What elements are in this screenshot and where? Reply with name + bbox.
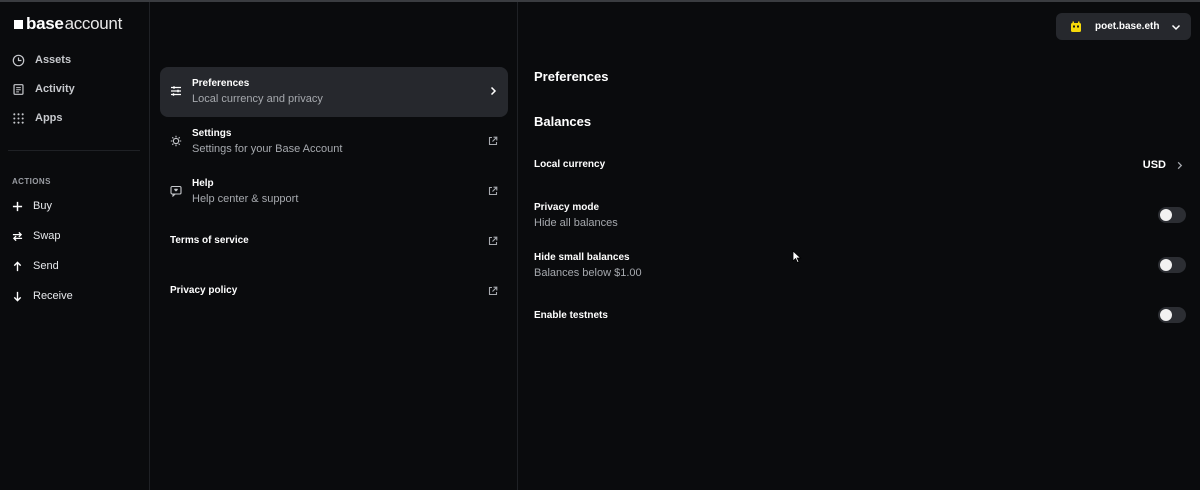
sidebar-item-apps[interactable]: Apps (12, 108, 63, 128)
sidebar-item-assets[interactable]: Assets (12, 50, 71, 70)
menu-item-title: Settings (192, 128, 232, 139)
menu-item-help[interactable]: Help Help center & support (160, 167, 508, 217)
privacy-mode-label: Privacy mode (534, 202, 600, 213)
menu-item-privacy[interactable]: Privacy policy (160, 267, 508, 317)
hide-small-balances-description: Balances below $1.00 (534, 267, 642, 279)
account-button[interactable]: poet.base.eth (1056, 13, 1191, 40)
sidebar-divider (8, 150, 140, 151)
gear-icon (170, 135, 182, 147)
menu-item-subtitle: Settings for your Base Account (192, 143, 343, 155)
mouse-cursor-icon (792, 250, 802, 264)
menu-item-title: Privacy policy (170, 285, 238, 296)
action-swap[interactable]: Swap (12, 226, 61, 246)
menu-item-settings[interactable]: Settings Settings for your Base Account (160, 117, 508, 167)
menu-item-title: Preferences (192, 78, 250, 89)
external-link-icon (488, 286, 498, 296)
chat-icon (170, 185, 182, 197)
menu-item-subtitle: Local currency and privacy (192, 93, 323, 105)
currency-value: USD (1142, 159, 1166, 171)
menu-item-subtitle: Help center & support (192, 193, 299, 205)
settings-menu: Preferences Local currency and privacy S… (150, 2, 518, 490)
logo[interactable]: base account (14, 14, 122, 34)
chevron-right-icon (488, 86, 498, 96)
menu-item-preferences[interactable]: Preferences Local currency and privacy (160, 67, 508, 117)
menu-item-title: Terms of service (170, 235, 249, 246)
page-title: Preferences (534, 69, 609, 84)
sidebar-item-label: Assets (35, 54, 72, 66)
external-link-icon (488, 136, 498, 146)
logo-text-light: account (64, 14, 123, 33)
avatar-icon (1071, 21, 1081, 32)
arrow-down-icon (12, 291, 23, 302)
chevron-right-icon (1177, 161, 1183, 169)
testnets-toggle[interactable] (1158, 307, 1186, 323)
testnets-label: Enable testnets (534, 310, 608, 321)
sidebar-item-label: Apps (35, 112, 63, 124)
privacy-mode-toggle[interactable] (1158, 207, 1186, 223)
action-label: Receive (33, 290, 73, 302)
menu-item-title: Help (192, 178, 214, 189)
menu-item-terms[interactable]: Terms of service (160, 217, 508, 267)
action-buy[interactable]: Buy (12, 196, 52, 216)
hide-small-balances-toggle[interactable] (1158, 257, 1186, 273)
actions-heading: ACTIONS (12, 177, 51, 186)
privacy-mode-description: Hide all balances (534, 217, 618, 229)
section-title: Balances (534, 114, 592, 129)
toggle-knob (1160, 209, 1172, 221)
external-link-icon (488, 186, 498, 196)
hide-small-balances-label: Hide small balances (534, 252, 630, 263)
currency-selector[interactable]: USD (1143, 159, 1184, 171)
action-label: Buy (33, 200, 52, 212)
toggle-knob (1160, 309, 1172, 321)
document-icon (12, 83, 25, 96)
grid-icon (12, 112, 25, 125)
preferences-panel: Preferences Balances Local currency USD … (519, 2, 1200, 490)
sidebar-item-activity[interactable]: Activity (12, 79, 75, 99)
action-label: Send (33, 260, 59, 272)
sidebar-item-label: Activity (35, 83, 75, 95)
action-send[interactable]: Send (12, 256, 59, 276)
chevron-down-icon (1172, 24, 1181, 30)
toggle-knob (1160, 259, 1172, 271)
sidebar: base account Assets Activity Apps ACTION… (0, 2, 150, 490)
local-currency-label: Local currency (534, 159, 606, 170)
logo-text-bold: base (26, 14, 64, 33)
arrow-up-icon (12, 260, 23, 272)
sliders-icon (170, 85, 182, 97)
clock-icon (12, 54, 25, 67)
swap-icon (12, 231, 23, 242)
account-name: poet.base.eth (1095, 21, 1160, 32)
logo-square-icon (14, 19, 23, 29)
action-label: Swap (33, 230, 61, 242)
external-link-icon (488, 236, 498, 246)
action-receive[interactable]: Receive (12, 286, 73, 306)
plus-icon (12, 201, 23, 212)
